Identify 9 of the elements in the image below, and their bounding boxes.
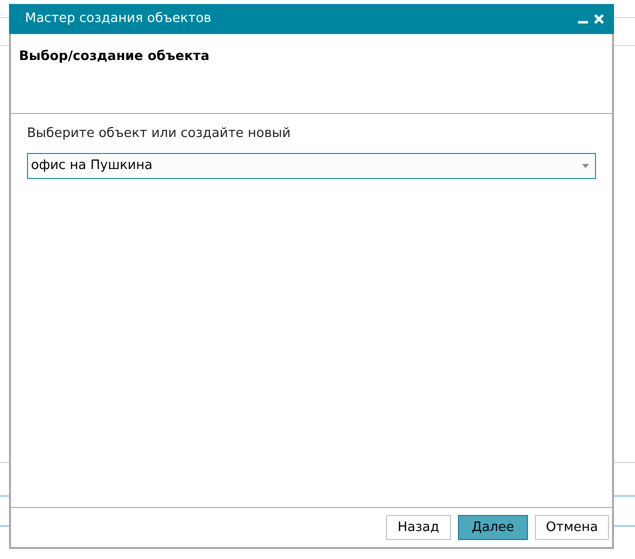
prompt-label: Выберите объект или создайте новый xyxy=(27,125,292,143)
dropdown-caret-icon[interactable] xyxy=(582,164,589,168)
object-select[interactable]: офис на Пушкина xyxy=(27,152,596,178)
step-title: Выбор/создание объекта xyxy=(19,49,210,64)
dialog-button[interactable]: Отмена xyxy=(534,515,609,540)
dialog-button[interactable]: Назад xyxy=(386,515,451,540)
window-title: Мастер создания объектов xyxy=(25,10,212,28)
dialog-button[interactable]: Далее xyxy=(458,515,528,540)
close-icon[interactable] xyxy=(594,14,604,24)
